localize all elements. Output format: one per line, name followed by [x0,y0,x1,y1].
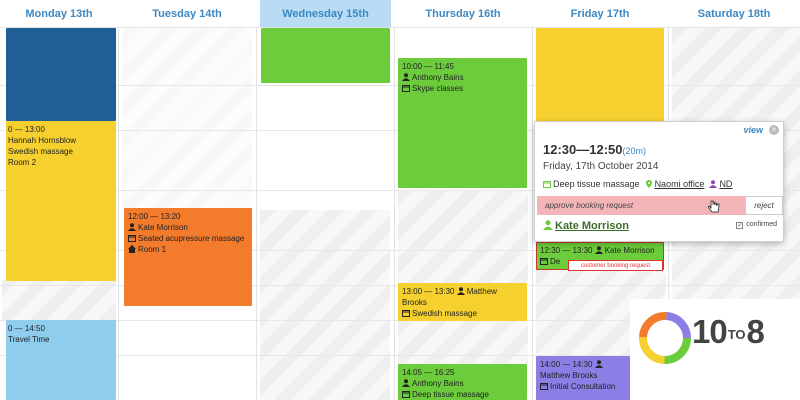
cursor-icon [708,200,720,213]
calendar-icon [540,258,548,265]
unavailable-slot [122,0,252,210]
calendar-header: Monday 13th Tuesday 14th Wednesday 15th … [0,0,800,28]
event-time: 12:00 — 13:20 [128,212,181,221]
logo-left: 10 [692,313,728,350]
event-client: Anthony Bains [412,73,464,82]
person-icon [543,220,553,230]
calendar-icon [402,310,410,317]
popup-time-range: 12:30—12:50 [543,142,623,157]
person-icon [709,180,718,188]
event-block[interactable] [261,28,390,83]
event-room: Room 1 [138,245,167,254]
event-time: 13:00 — 13:30 [402,287,455,296]
home-icon [128,245,136,253]
event-block[interactable]: 0 — 13:00 Hannah Hornsblow Swedish massa… [6,121,116,281]
view-link[interactable]: view [743,125,763,135]
popup-location-link[interactable]: Naomi office [655,179,705,189]
day-header-wednesday[interactable]: Wednesday 15th [260,0,391,27]
event-block[interactable]: 14:05 — 16:25 Anthony Bains Deep tissue … [398,364,527,400]
person-icon [594,246,603,254]
logo-right: 8 [746,313,765,350]
logo-middle: TO [727,327,746,342]
calendar-icon [128,235,136,242]
event-client: Anthony Bains [412,379,464,388]
popup-date: Friday, 17th October 2014 [543,161,659,172]
event-time: 0 — 14:50 [8,324,45,333]
day-header-tuesday[interactable]: Tuesday 14th [118,0,256,27]
event-block[interactable]: 0 — 14:50 Travel Time [6,320,116,400]
popup-time: 12:30—12:50(20m) [543,142,646,157]
event-block[interactable]: 12:00 — 13:20 Kate Morrison Seated acupr… [124,208,252,306]
popup-duration: (20m) [622,146,647,156]
unavailable-slot [398,190,528,285]
day-header-thursday[interactable]: Thursday 16th [394,0,532,27]
event-service: Swedish massage [412,309,477,318]
event-service: Travel Time [8,335,50,344]
popup-client-link[interactable]: Kate Morrison [543,220,629,232]
popup-staff-link[interactable]: ND [719,179,732,189]
event-block[interactable] [6,28,116,121]
event-block[interactable] [536,28,664,123]
day-header-friday[interactable]: Friday 17th [532,0,668,27]
close-icon[interactable]: × [769,125,779,135]
popup-details: Deep tissue massage Naomi office ND [543,179,732,189]
person-icon [402,379,410,387]
calendar-week-view: Monday 13th Tuesday 14th Wednesday 15th … [0,0,800,400]
event-service: Deep tissue massage [412,390,489,399]
day-header-monday[interactable]: Monday 13th [0,0,118,27]
logo-ring-icon [639,312,691,364]
event-time: 0 — 13:00 [8,125,45,134]
event-time: 14:00 — 14:30 [540,360,593,369]
person-icon [594,360,603,368]
popup-service: Deep tissue massage [553,179,640,189]
person-icon [128,223,136,231]
logo-text: 10TO8 [692,313,765,351]
event-block[interactable]: 13:00 — 13:30 Matthew Brooks Swedish mas… [398,283,527,321]
event-service: Swedish massage [8,147,73,156]
calendar-icon [402,85,410,92]
event-time: 14:05 — 16:25 [402,368,455,377]
event-service: Seated acupressure massage [138,234,245,243]
reject-button[interactable]: reject [745,196,783,215]
calendar-icon [540,383,548,390]
event-service: Skype classes [412,84,464,93]
confirmed-checkbox[interactable]: ✓ confirmed [736,221,777,229]
event-service: De [550,257,561,266]
location-icon [645,180,652,188]
event-service: Initial Consultation [550,382,616,391]
unavailable-slot [398,320,528,365]
event-client: Hannah Hornsblow [8,136,77,145]
checkbox-icon: ✓ [736,222,744,229]
calendar-icon [543,181,551,188]
person-icon [402,73,410,81]
day-header-saturday[interactable]: Saturday 18th [668,0,800,27]
event-room: Room 2 [8,158,37,167]
unavailable-slot [2,280,116,320]
popup-client-name: Kate Morrison [555,220,629,232]
unavailable-slot [260,210,390,400]
person-icon [456,287,465,295]
event-time: 12:30 — 13:30 [540,246,593,255]
event-client: Kate Morrison [604,246,655,255]
confirmed-label: confirmed [746,221,777,228]
event-time: 10:00 — 11:45 [402,62,454,71]
booking-request-tooltip: customer booking request [568,260,663,271]
calendar-icon [402,391,410,398]
event-client: Kate Morrison [138,223,188,232]
booking-popup: view × 12:30—12:50(20m) Friday, 17th Oct… [534,121,784,242]
event-block[interactable]: 10:00 — 11:45 Anthony Bains Skype classe… [398,58,527,188]
